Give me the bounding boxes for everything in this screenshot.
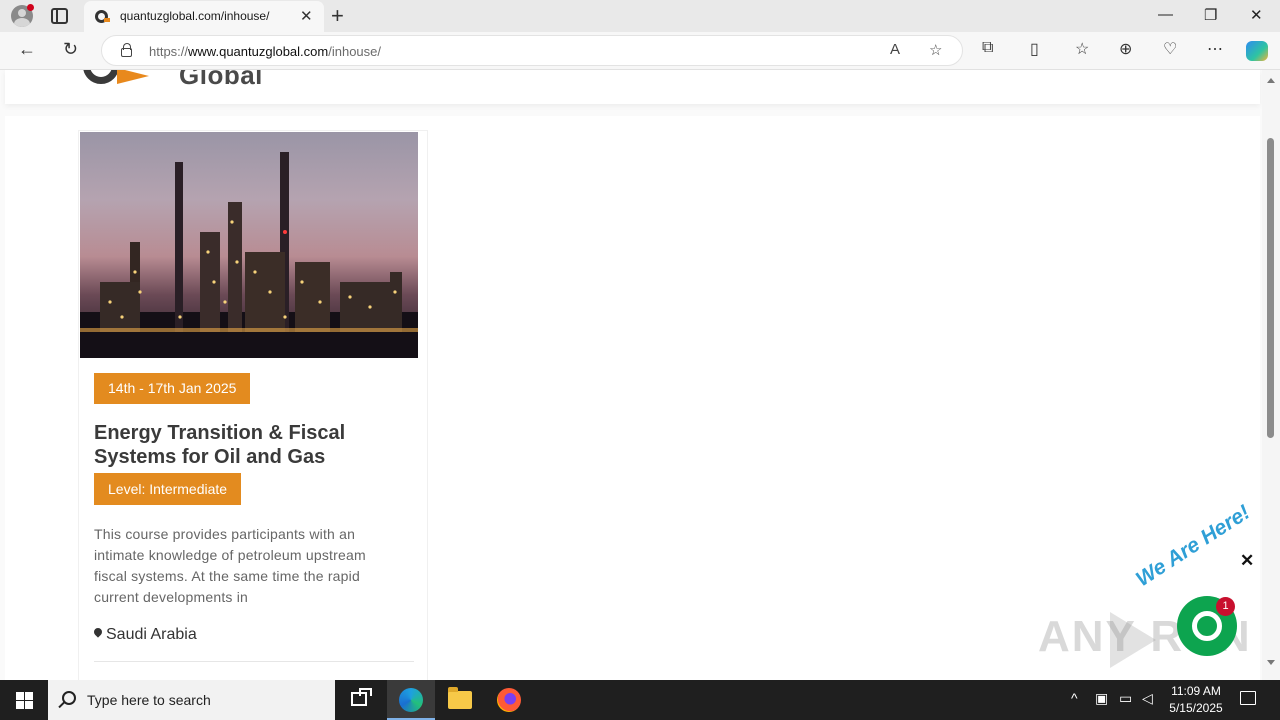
tab-title: quantuzglobal.com/inhouse/ [120,9,270,23]
lock-icon[interactable] [121,43,132,57]
course-location: Saudi Arabia [94,626,197,644]
page-viewport: Global 14th - 17th Jan 2025 Energy Trans… [0,70,1262,680]
file-explorer-taskbar-button[interactable] [436,680,484,720]
folder-icon [448,687,472,709]
taskbar-search-box[interactable]: Type here to search [48,680,335,720]
edge-taskbar-button[interactable] [387,680,435,720]
clock-date: 5/15/2025 [1169,701,1223,715]
show-hidden-icons-chevron-icon[interactable]: ^ [1071,690,1078,706]
browser-essentials-icon[interactable]: ♡ [1163,39,1177,59]
map-pin-icon [94,628,102,639]
browser-tab[interactable]: quantuzglobal.com/inhouse/ ✕ [84,1,324,32]
windows-start-icon[interactable] [16,692,33,709]
scroll-down-arrow-icon[interactable] [1267,660,1275,665]
taskbar-clock[interactable]: 11:09 AM 5/15/2025 [1168,683,1224,717]
task-view-icon [351,688,372,706]
course-image[interactable] [80,132,418,358]
course-title[interactable]: Energy Transition & Fiscal Systems for O… [94,421,384,469]
browser-toolbar: ← ↻ https://www.quantuzglobal.com/inhous… [0,32,1280,70]
logo-text[interactable]: Global [179,70,263,91]
firefox-icon [497,688,521,712]
location-text: Saudi Arabia [106,626,197,643]
tab-actions-icon[interactable] [51,8,68,24]
restore-button[interactable]: ❐ [1204,6,1217,24]
chat-close-icon[interactable]: ✕ [1240,551,1254,571]
favorites-icon[interactable]: ☆ [1075,39,1089,59]
close-tab-icon[interactable]: ✕ [300,7,313,25]
back-arrow-icon[interactable]: ← [18,39,36,60]
minimize-button[interactable]: — [1158,6,1173,23]
page-scrollbar[interactable] [1262,70,1280,680]
collections-icon[interactable]: ⊕ [1119,39,1132,59]
course-date-badge: 14th - 17th Jan 2025 [94,373,251,404]
close-window-button[interactable]: ✕ [1250,6,1263,24]
refresh-icon[interactable]: ↻ [63,39,78,60]
volume-icon[interactable]: ◁ [1142,690,1153,707]
favorite-star-icon[interactable]: ☆ [929,41,942,59]
logo-arrow-icon [117,70,149,84]
copilot-icon[interactable] [1246,41,1268,61]
more-menu-icon[interactable]: ⋯ [1207,39,1223,59]
task-view-button[interactable] [336,680,384,720]
content-area: 14th - 17th Jan 2025 Energy Transition &… [5,116,1260,680]
search-icon [62,691,76,705]
taskbar-search-placeholder[interactable]: Type here to search [87,692,211,708]
firefox-taskbar-button[interactable] [485,680,533,720]
browser-title-bar: quantuzglobal.com/inhouse/ ✕ + — ❐ ✕ [0,0,1280,32]
extensions-icon[interactable]: ⧉ [982,39,993,57]
course-card[interactable]: 14th - 17th Jan 2025 Energy Transition &… [78,130,428,680]
split-screen-icon[interactable]: ▯ [1030,39,1039,59]
new-tab-button[interactable]: + [331,3,344,29]
profile-notification-dot [27,4,34,11]
course-level-badge: Level: Intermediate [94,473,242,505]
address-bar[interactable]: https://www.quantuzglobal.com/inhouse/ A… [101,35,963,66]
site-header: Global [5,70,1260,104]
read-aloud-icon[interactable]: A [890,41,900,58]
watermark-play-icon [1110,612,1156,668]
url-text[interactable]: https://www.quantuzglobal.com/inhouse/ [149,44,381,59]
chat-unread-badge: 1 [1216,597,1235,616]
chat-bubble-icon [1192,611,1222,641]
clock-time: 11:09 AM [1171,684,1221,698]
scroll-up-arrow-icon[interactable] [1267,78,1275,83]
scrollbar-thumb[interactable] [1267,138,1274,438]
course-description: This course provides participants with a… [94,526,366,605]
meet-now-icon[interactable]: ▣ [1095,690,1108,707]
network-icon[interactable]: ▭ [1119,690,1132,707]
refinery-illustration [80,152,418,358]
card-divider [94,661,414,662]
logo-mark-icon[interactable] [83,70,119,84]
edge-icon [399,688,423,712]
windows-taskbar: Type here to search ^ ▣ ▭ ◁ 11:09 AM 5/1… [0,680,1280,720]
site-favicon-icon [95,10,110,23]
notifications-icon[interactable] [1240,691,1256,705]
